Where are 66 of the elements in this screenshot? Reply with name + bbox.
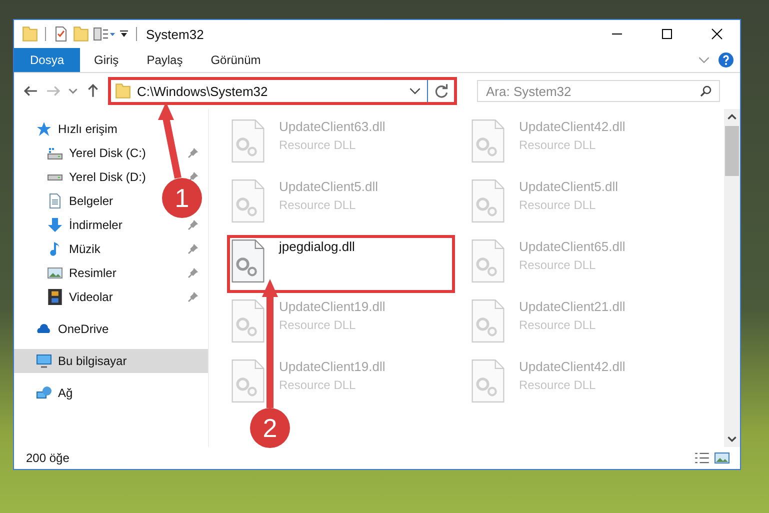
folder-icon (115, 83, 131, 99)
sidebar-item[interactable]: Yerel Disk (C:) (69, 146, 146, 160)
folder-icon[interactable] (22, 26, 38, 42)
pin-icon[interactable] (188, 220, 198, 230)
sidebar-item[interactable]: Videolar (69, 290, 113, 304)
star-icon (36, 121, 52, 137)
item-count: 200 öğe (26, 451, 70, 465)
properties-icon[interactable] (53, 26, 69, 42)
search-field[interactable]: Ara: System32 (477, 80, 720, 102)
details-view-icon[interactable] (694, 450, 710, 466)
picture-icon (47, 265, 63, 281)
drive-icon (47, 172, 63, 182)
drive-icon (47, 146, 63, 160)
large-icons-view-icon[interactable] (714, 450, 730, 466)
recent-locations-icon[interactable] (68, 87, 78, 95)
pin-icon[interactable] (188, 292, 198, 302)
file-type: Resource DLL (519, 378, 596, 392)
search-icon[interactable] (700, 85, 712, 97)
pin-icon[interactable] (188, 172, 198, 182)
scrollbar-thumb[interactable] (725, 126, 739, 176)
address-field[interactable]: C:\Windows\System32 (108, 77, 457, 105)
up-icon[interactable] (86, 84, 100, 98)
file-type: Resource DLL (519, 138, 596, 152)
file-type: Resource DLL (519, 258, 596, 272)
file-type: Resource DLL (519, 198, 596, 212)
network-icon (36, 385, 52, 401)
pin-icon[interactable] (188, 268, 198, 278)
scroll-down-icon[interactable] (727, 434, 737, 444)
sidebar-item[interactable]: Hızlı erişim (58, 122, 118, 136)
sidebar-item[interactable]: Resimler (69, 266, 116, 280)
file-type: Resource DLL (279, 318, 356, 332)
customize-arrow-icon[interactable] (119, 29, 129, 39)
pin-icon[interactable] (188, 148, 198, 158)
number-badge: 1 (162, 178, 202, 218)
ribbon-tab[interactable]: Giriş (80, 48, 133, 72)
pin-icon[interactable] (188, 244, 198, 254)
file-type: Resource DLL (279, 198, 356, 212)
ribbon-tab[interactable]: Paylaş (132, 48, 197, 72)
sidebar-item[interactable]: Ağ (58, 386, 73, 400)
sidebar-item[interactable]: Yerel Disk (D:) (69, 170, 146, 184)
address-path: C:\Windows\System32 (137, 84, 269, 98)
help-icon[interactable] (718, 52, 734, 68)
file-type: Resource DLL (279, 138, 356, 152)
sidebar-item[interactable]: İndirmeler (69, 218, 122, 232)
dll-file-icon[interactable] (231, 239, 265, 283)
file-name[interactable]: jpegdialog.dll (279, 239, 355, 254)
scroll-up-icon[interactable] (727, 112, 737, 122)
file-type: Resource DLL (279, 378, 356, 392)
new-folder-icon[interactable] (73, 26, 89, 42)
forward-icon[interactable] (46, 84, 60, 98)
view-icon[interactable] (93, 26, 115, 42)
sidebar-item[interactable]: Belgeler (69, 194, 114, 208)
ribbon-tab[interactable]: Görünüm (196, 48, 275, 72)
file-tab[interactable]: Dosya (14, 48, 80, 72)
document-icon (47, 193, 63, 209)
back-icon[interactable] (24, 84, 38, 98)
download-icon (47, 217, 63, 233)
sidebar-item[interactable]: Müzik (69, 242, 100, 256)
monitor-icon (36, 353, 52, 369)
refresh-icon[interactable] (434, 83, 450, 99)
sidebar-item[interactable]: Bu bilgisayar (58, 354, 127, 368)
film-icon (47, 289, 63, 305)
sidebar-item[interactable]: OneDrive (58, 322, 109, 336)
file-type: Resource DLL (519, 318, 596, 332)
window-title: System32 (146, 26, 204, 42)
number-badge: 2 (250, 408, 290, 448)
